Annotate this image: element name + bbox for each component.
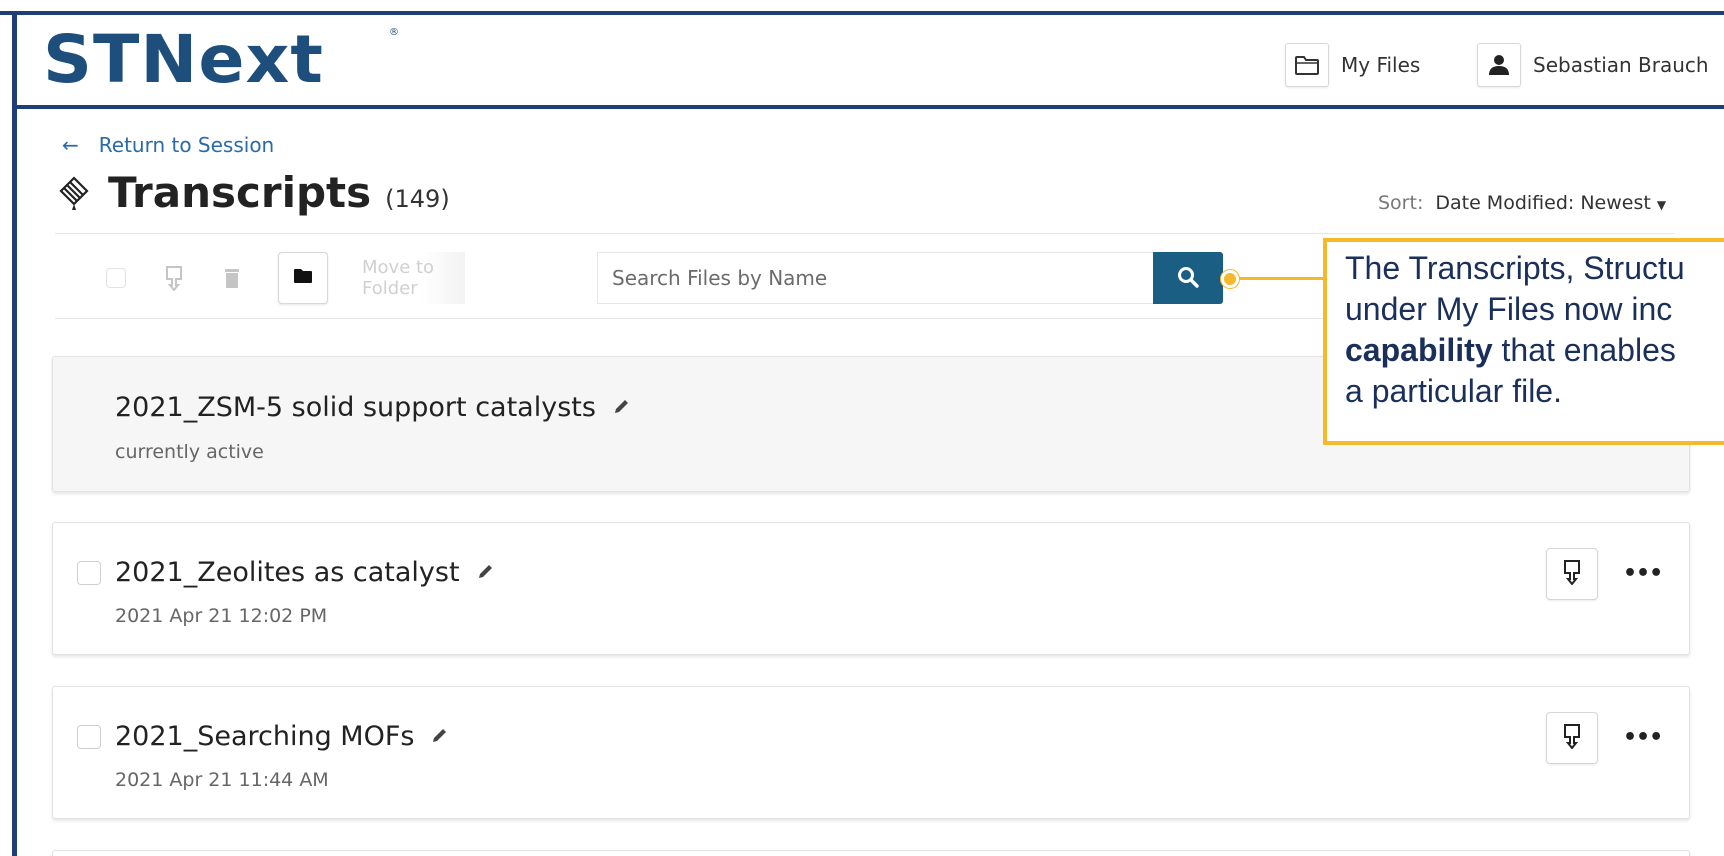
search-icon (1176, 265, 1200, 292)
search-button[interactable] (1153, 252, 1223, 304)
my-files-button[interactable]: My Files (1285, 43, 1420, 87)
file-card[interactable]: 2021_Searching MOFs 2021 Apr 21 11:44 AM… (52, 686, 1690, 819)
folder-icon (293, 268, 313, 288)
header-border (17, 105, 1724, 109)
arrow-left-icon: ← (62, 133, 79, 157)
transcripts-icon (58, 175, 90, 211)
pencil-icon[interactable] (476, 557, 494, 588)
page-title-row: Transcripts (149) (58, 168, 450, 217)
file-checkbox[interactable] (77, 725, 101, 749)
divider (55, 233, 1675, 234)
frame-border-left (12, 11, 17, 856)
select-all-checkbox[interactable] (106, 268, 126, 288)
more-icon[interactable]: ••• (1623, 725, 1663, 750)
search-input[interactable] (597, 252, 1153, 304)
callout-bold-text: capability (1345, 332, 1493, 368)
callout-line-4: a particular file. (1345, 373, 1562, 409)
file-name[interactable]: 2021_Zeolites as catalyst (115, 557, 460, 588)
page-title: Transcripts (108, 168, 372, 217)
file-card[interactable]: 2021_Zeolites as catalyst 2021 Apr 21 12… (52, 522, 1690, 655)
file-date: 2021 Apr 21 11:44 AM (115, 769, 329, 791)
file-name-row: 2021_ZSM-5 solid support catalysts (115, 392, 630, 423)
caret-down-icon: ▼ (1656, 198, 1667, 212)
callout-dot (1221, 270, 1239, 288)
download-icon[interactable] (162, 264, 186, 292)
user-name: Sebastian Brauch (1533, 53, 1709, 77)
file-status: currently active (115, 441, 264, 463)
my-files-label: My Files (1341, 53, 1421, 77)
pencil-icon[interactable] (430, 721, 448, 752)
download-button[interactable] (1546, 712, 1598, 764)
file-toolbar: Move to Folder (100, 250, 465, 306)
callout-line-3-rest: that enables (1492, 332, 1676, 368)
file-name[interactable]: 2021_ZSM-5 solid support catalysts (115, 392, 596, 423)
app-header: STNext ® My Files Sebastian Brauch (17, 15, 1724, 105)
callout-box: The Transcripts, Structu under My Files … (1323, 238, 1724, 445)
file-count: (149) (385, 185, 450, 213)
trash-icon[interactable] (220, 264, 244, 292)
file-checkbox[interactable] (77, 561, 101, 585)
folder-icon (1285, 43, 1329, 87)
file-search (597, 252, 1223, 304)
frame-top (0, 0, 1724, 11)
file-date: 2021 Apr 21 12:02 PM (115, 605, 328, 627)
download-icon (1563, 559, 1581, 589)
file-name-row: 2021_Searching MOFs (115, 721, 448, 752)
callout-line-3: capability that enables (1345, 330, 1724, 371)
callout-line-1: The Transcripts, Structu (1345, 250, 1685, 286)
file-name-row: 2021_Zeolites as catalyst (115, 557, 494, 588)
user-icon (1477, 43, 1521, 87)
callout-connector (1236, 277, 1324, 280)
file-name[interactable]: 2021_Searching MOFs (115, 721, 414, 752)
sort-control[interactable]: Sort: Date Modified: Newest ▼ (1378, 192, 1666, 214)
return-label: Return to Session (98, 133, 275, 157)
file-card[interactable] (52, 850, 1690, 856)
callout-line-2: under My Files now inc (1345, 291, 1673, 327)
return-to-session-link[interactable]: ← Return to Session (62, 133, 274, 157)
download-button[interactable] (1546, 548, 1598, 600)
stnext-logo[interactable]: STNext (43, 27, 324, 93)
sort-value: Date Modified: Newest (1435, 192, 1651, 214)
folder-button[interactable] (278, 252, 328, 304)
sort-label: Sort: (1378, 192, 1424, 214)
pencil-icon[interactable] (612, 392, 630, 423)
move-to-folder-button[interactable]: Move to Folder (340, 252, 465, 304)
more-icon[interactable]: ••• (1623, 561, 1663, 586)
user-menu-button[interactable]: Sebastian Brauch (1477, 43, 1709, 87)
download-icon (1563, 723, 1581, 753)
registered-mark: ® (389, 27, 399, 38)
